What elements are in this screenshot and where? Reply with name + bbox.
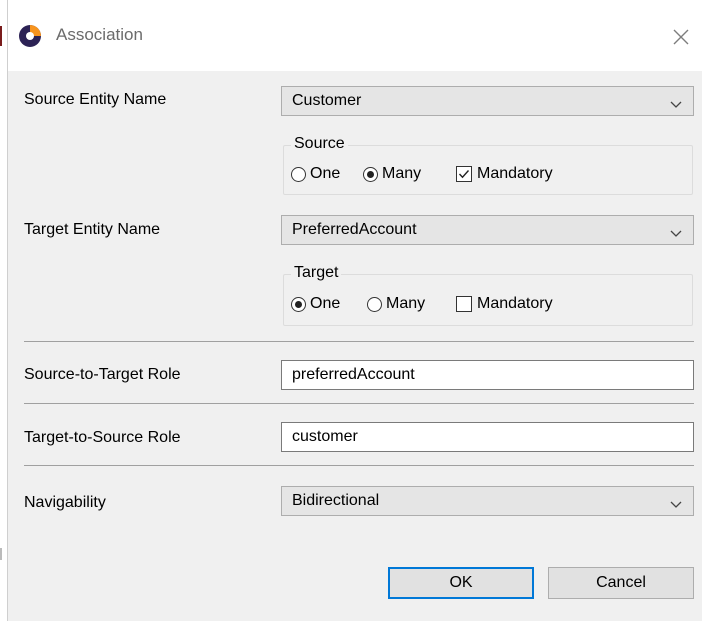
checkbox-label: Mandatory bbox=[477, 295, 553, 312]
source-entity-value: Customer bbox=[292, 92, 362, 109]
cancel-button[interactable]: Cancel bbox=[548, 567, 694, 599]
target-entity-select[interactable]: PreferredAccount bbox=[281, 215, 694, 245]
association-dialog: Association Source Entity Name Customer … bbox=[7, 0, 702, 621]
radio-label: Many bbox=[386, 295, 426, 312]
target-group-title: Target bbox=[291, 264, 342, 282]
radio-button[interactable] bbox=[367, 296, 382, 312]
target-to-source-role-label: Target-to-Source Role bbox=[24, 429, 181, 446]
title-bar: Association bbox=[8, 0, 702, 71]
source-entity-label: Source Entity Name bbox=[24, 91, 167, 108]
source-group-title: Source bbox=[291, 135, 348, 153]
target-entity-value: PreferredAccount bbox=[292, 221, 417, 238]
checkbox-checked[interactable] bbox=[456, 166, 472, 182]
radio-label: One bbox=[310, 165, 341, 182]
source-mandatory-checkbox[interactable]: Mandatory bbox=[456, 163, 553, 185]
radio-label: One bbox=[310, 295, 341, 312]
navigability-select[interactable]: Bidirectional bbox=[281, 486, 694, 516]
radio-button[interactable] bbox=[291, 166, 306, 182]
navigability-value: Bidirectional bbox=[292, 492, 380, 509]
input-value: customer bbox=[292, 428, 358, 445]
source-many-radio[interactable]: Many bbox=[363, 163, 421, 185]
ok-button[interactable]: OK bbox=[388, 567, 534, 599]
chevron-down-icon bbox=[669, 93, 683, 108]
checkbox-unchecked[interactable] bbox=[456, 296, 472, 312]
target-many-radio[interactable]: Many bbox=[367, 293, 425, 315]
target-one-radio[interactable]: One bbox=[291, 293, 340, 315]
source-to-target-role-label: Source-to-Target Role bbox=[24, 366, 181, 383]
background-window-marker bbox=[0, 26, 2, 46]
window-title: Association bbox=[56, 25, 143, 44]
background-window-edge bbox=[0, 0, 7, 621]
target-mandatory-checkbox[interactable]: Mandatory bbox=[456, 293, 553, 315]
separator bbox=[24, 465, 694, 466]
chevron-down-icon bbox=[669, 222, 683, 237]
separator bbox=[24, 341, 694, 342]
chevron-down-icon bbox=[669, 493, 683, 508]
target-entity-label: Target Entity Name bbox=[24, 221, 161, 238]
separator bbox=[24, 403, 694, 404]
navigability-label: Navigability bbox=[24, 494, 106, 511]
radio-label: Many bbox=[382, 165, 422, 182]
target-to-source-role-input[interactable]: customer bbox=[281, 422, 694, 452]
radio-button-selected[interactable] bbox=[291, 296, 306, 312]
close-icon[interactable] bbox=[659, 15, 702, 55]
eclipse-app-icon bbox=[18, 24, 42, 48]
source-entity-select[interactable]: Customer bbox=[281, 86, 694, 116]
check-icon bbox=[458, 170, 470, 179]
source-to-target-role-input[interactable]: preferredAccount bbox=[281, 360, 694, 390]
checkbox-label: Mandatory bbox=[477, 165, 553, 182]
background-window-marker bbox=[0, 548, 2, 560]
source-one-radio[interactable]: One bbox=[291, 163, 340, 185]
input-value: preferredAccount bbox=[292, 366, 415, 383]
radio-button-selected[interactable] bbox=[363, 166, 378, 182]
